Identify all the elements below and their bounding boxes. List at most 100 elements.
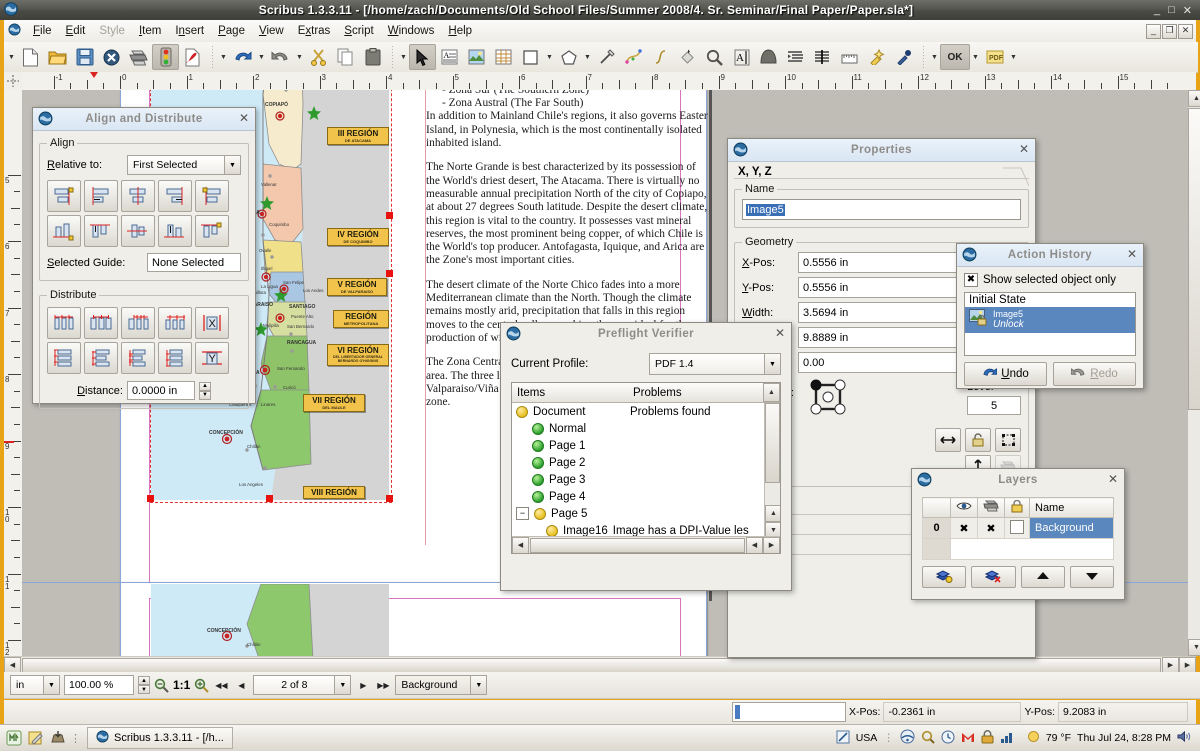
preflight-verifier-panel[interactable]: Preflight Verifier ✕ Current Profile: PD… xyxy=(500,322,792,591)
text-editor-icon[interactable] xyxy=(28,730,44,746)
taskbar-grip[interactable]: ⋮ xyxy=(70,732,81,745)
zoom-out-icon[interactable] xyxy=(154,678,169,693)
window-maximize-button[interactable]: □ xyxy=(1168,4,1175,17)
unlink-text-frames-icon[interactable] xyxy=(809,44,836,70)
layer-dropdown-icon[interactable]: ▼ xyxy=(470,676,486,694)
system-monitor-icon[interactable] xyxy=(1000,730,1015,747)
close-document-icon[interactable] xyxy=(98,44,125,70)
edit-contents-icon[interactable]: A xyxy=(728,44,755,70)
lower-layer-button[interactable] xyxy=(1070,566,1114,588)
lock-icon[interactable] xyxy=(965,428,991,452)
align-right-sides-to-left-icon[interactable] xyxy=(47,180,81,212)
align-and-distribute-panel[interactable]: Align and Distribute ✕ Align Relative to… xyxy=(32,107,256,404)
resize-handle-s[interactable] xyxy=(266,495,273,502)
align-panel-close-icon[interactable]: ✕ xyxy=(239,111,249,125)
keyboard-layout-label[interactable]: USA xyxy=(856,732,878,744)
insert-shape-icon[interactable] xyxy=(517,44,544,70)
select-item-icon[interactable] xyxy=(409,44,436,70)
center-horizontal-icon[interactable] xyxy=(121,180,155,212)
tree-scroll-right-button-2[interactable]: ▶ xyxy=(763,537,780,554)
doc-minimize-button[interactable]: _ xyxy=(1146,24,1161,39)
toolbar-handle-icon-3[interactable]: ▼ xyxy=(398,45,409,69)
menu-help[interactable]: Help xyxy=(441,23,479,39)
link-text-frames-icon[interactable] xyxy=(782,44,809,70)
resize-handle-se[interactable] xyxy=(386,495,393,502)
scroll-right-button[interactable]: ▶ xyxy=(1162,657,1179,674)
tree-hscroll-thumb[interactable] xyxy=(530,538,745,553)
layer-name-header[interactable]: Name xyxy=(1030,498,1114,518)
zoom-reset-label[interactable]: 1:1 xyxy=(173,678,190,692)
lock-checkbox-box[interactable] xyxy=(1010,520,1024,534)
next-page-button[interactable]: ▶ xyxy=(355,677,371,693)
unit-dropdown-icon[interactable]: ▼ xyxy=(43,676,59,694)
distribute-x-icon[interactable]: X xyxy=(195,307,229,339)
align-bottom-to-top-icon[interactable] xyxy=(47,215,81,247)
level-value-field[interactable]: 5 xyxy=(967,396,1021,415)
resize-handle-e[interactable] xyxy=(386,270,393,277)
insert-freehand-line-icon[interactable] xyxy=(647,44,674,70)
pdf-dropdown-icon[interactable]: ▼ xyxy=(1008,45,1019,69)
first-page-button[interactable]: ◀◀ xyxy=(213,677,229,693)
doc-close-button[interactable]: ✕ xyxy=(1178,24,1193,39)
align-left-to-right-icon[interactable] xyxy=(195,180,229,212)
rotate-item-icon[interactable] xyxy=(674,44,701,70)
menu-file[interactable]: File xyxy=(26,23,59,39)
profile-dropdown-icon[interactable]: ▼ xyxy=(764,354,780,374)
unit-selector[interactable]: in ▼ xyxy=(10,675,60,695)
toolbar-handle-icon-4[interactable]: ▼ xyxy=(929,45,940,69)
lock-column-header[interactable] xyxy=(1005,498,1030,518)
toolbar-handle-icon-2[interactable]: ▼ xyxy=(218,45,229,69)
action-history-list[interactable]: Initial State Image5 Unlock xyxy=(964,292,1136,356)
clock-label[interactable]: Thu Jul 24, 8:28 PM xyxy=(1077,732,1171,744)
action-history-panel[interactable]: Action History ✕ ✖ Show selected object … xyxy=(956,243,1144,389)
align-panel-title-bar[interactable]: Align and Distribute ✕ xyxy=(33,108,255,131)
relative-to-select[interactable]: First Selected ▼ xyxy=(127,155,241,175)
zoom-icon[interactable] xyxy=(701,44,728,70)
layers-title-bar[interactable]: Layers ✕ xyxy=(912,469,1124,491)
distribute-y-icon[interactable]: Y xyxy=(195,342,229,374)
flip-horizontal-icon[interactable] xyxy=(935,428,961,452)
undo-dropdown-icon[interactable]: ▼ xyxy=(256,45,267,69)
properties-panel-close-icon[interactable]: ✕ xyxy=(1019,142,1029,156)
align-tops-icon[interactable] xyxy=(84,215,118,247)
menu-windows[interactable]: Windows xyxy=(381,23,442,39)
lock-size-icon[interactable] xyxy=(995,428,1021,452)
tree-row-page-1[interactable]: Page 1 xyxy=(512,437,780,454)
preflight-tree[interactable]: Items Problems ▲ Document Problems found… xyxy=(511,382,781,554)
tree-scroll-right-button[interactable]: ◀ xyxy=(746,537,763,554)
keyboard-layout-icon[interactable] xyxy=(836,730,850,747)
scroll-down-button[interactable]: ▼ xyxy=(1188,639,1200,656)
menu-icon[interactable] xyxy=(6,730,22,746)
weather-icon[interactable] xyxy=(1027,730,1040,746)
polygon-dropdown-icon[interactable]: ▼ xyxy=(582,45,593,69)
print-column-header[interactable] xyxy=(978,498,1005,518)
search-icon[interactable] xyxy=(921,730,935,747)
window-close-button[interactable]: ✕ xyxy=(1183,4,1192,17)
distribute-left-icon[interactable] xyxy=(47,307,81,339)
col-items-header[interactable]: Items xyxy=(512,387,629,399)
taskbar-item-scribus[interactable]: Scribus 1.3.3.11 - [/h... xyxy=(87,727,233,749)
menu-view[interactable]: View xyxy=(252,23,291,39)
preflight-title-bar[interactable]: Preflight Verifier ✕ xyxy=(501,323,791,345)
measurements-icon[interactable] xyxy=(836,44,863,70)
window-minimize-button[interactable]: _ xyxy=(1154,4,1160,17)
layer-visible-checkbox[interactable]: ✖ xyxy=(951,518,978,539)
layer-name[interactable]: Background xyxy=(1030,518,1114,539)
preflight-verifier-icon[interactable] xyxy=(152,44,179,70)
distribute-right-icon[interactable] xyxy=(158,307,192,339)
ok-button-icon[interactable]: OK xyxy=(940,44,970,70)
open-document-icon[interactable] xyxy=(44,44,71,70)
align-bottoms-icon[interactable] xyxy=(158,215,192,247)
menu-item[interactable]: Item xyxy=(132,23,168,39)
eye-dropper-icon[interactable] xyxy=(890,44,917,70)
previous-page-button[interactable]: ◀ xyxy=(233,677,249,693)
distribute-bottom-icon[interactable] xyxy=(158,342,192,374)
distribute-spacing-h-icon[interactable] xyxy=(121,307,155,339)
col-problems-header[interactable]: Problems xyxy=(629,387,763,399)
menu-extras[interactable]: Extras xyxy=(291,23,338,39)
menu-page[interactable]: Page xyxy=(211,23,252,39)
paste-icon[interactable] xyxy=(359,44,386,70)
vertical-scroll-thumb[interactable] xyxy=(1188,108,1200,410)
tree-row-page-4[interactable]: Page 4 xyxy=(512,488,780,505)
tree-row-page-3[interactable]: Page 3 xyxy=(512,471,780,488)
